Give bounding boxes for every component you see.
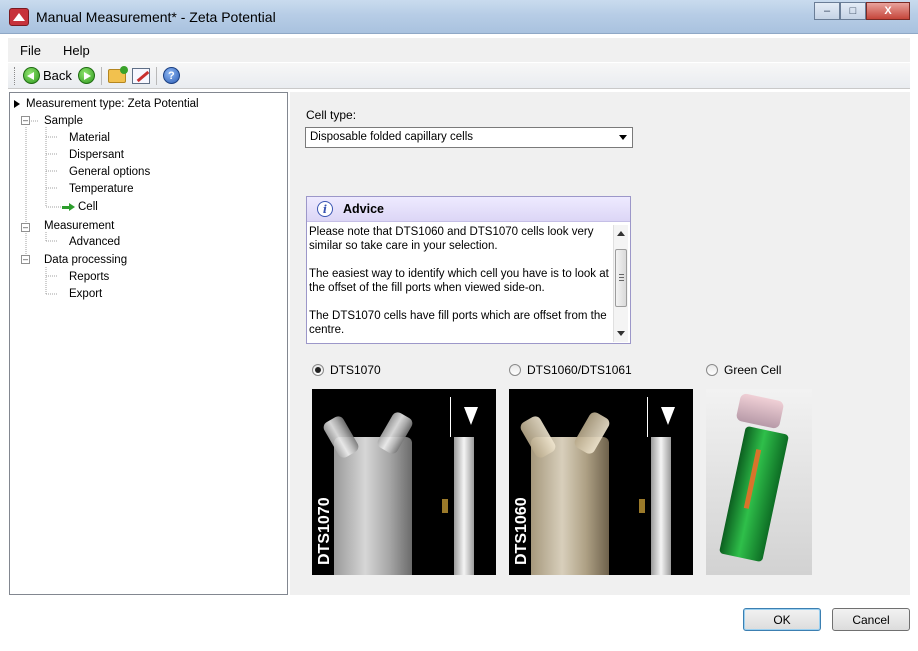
advice-paragraph: The DTS1070 cells have fill ports which … — [309, 310, 607, 336]
edit-button[interactable] — [131, 67, 150, 84]
dts1060-photo-label: DTS1060 — [513, 497, 530, 565]
back-label: Back — [43, 68, 72, 83]
tree-item-dispersant[interactable]: Dispersant — [69, 147, 124, 163]
menu-help[interactable]: Help — [59, 41, 94, 60]
edit-icon — [131, 67, 150, 84]
green-cell-body-shape — [718, 425, 790, 563]
ok-button[interactable]: OK — [743, 608, 821, 631]
tree-item-export[interactable]: Export — [69, 286, 102, 302]
scroll-grip-icon — [619, 274, 624, 281]
option-dts1070[interactable]: DTS1070 — [312, 363, 381, 377]
app-icon — [9, 8, 29, 26]
scroll-up-icon[interactable] — [617, 231, 625, 236]
advice-box: i Advice Please note that DTS1060 and DT… — [306, 196, 631, 344]
collapse-icon[interactable]: – — [21, 255, 30, 264]
option-dts1060[interactable]: DTS1060/DTS1061 — [509, 363, 632, 377]
advice-header: i Advice — [307, 197, 630, 222]
tree-item-reports[interactable]: Reports — [69, 269, 109, 285]
green-cell-cap-shape — [735, 392, 785, 430]
green-arrow-icon — [62, 202, 76, 211]
offset-marker-icon — [450, 397, 488, 437]
chevron-down-icon — [619, 135, 627, 140]
help-icon: ? — [162, 67, 180, 84]
radio-dts1060[interactable] — [509, 364, 521, 376]
advice-text: Please note that DTS1060 and DTS1070 cel… — [309, 225, 613, 351]
window-title: Manual Measurement* - Zeta Potential — [36, 9, 276, 25]
cell-body-shape — [531, 437, 609, 575]
tree-item-sample[interactable]: Sample — [44, 113, 83, 129]
radio-dts1070[interactable] — [312, 364, 324, 376]
scroll-thumb[interactable] — [615, 249, 627, 307]
tree-item-root[interactable]: Measurement type: Zeta Potential — [26, 96, 199, 112]
tree-item-general-options[interactable]: General options — [69, 164, 150, 180]
advice-paragraph: The easiest way to identify which cell y… — [309, 268, 609, 294]
window-controls: – □ X — [814, 2, 910, 20]
tree-item-cell-label: Cell — [78, 201, 98, 213]
cell-settings-panel: Cell type: Disposable folded capillary c… — [290, 92, 910, 595]
cell-type-dropdown[interactable]: Disposable folded capillary cells — [305, 127, 633, 148]
menu-bar: File Help — [8, 38, 910, 62]
option-dts1070-label: DTS1070 — [330, 363, 381, 377]
toolbar-grip[interactable] — [14, 66, 17, 85]
minimize-button[interactable]: – — [814, 2, 840, 20]
toolbar: Back ? — [8, 63, 910, 89]
title-bar: Manual Measurement* - Zeta Potential – □… — [0, 0, 918, 34]
back-button[interactable]: Back — [23, 67, 72, 84]
dts1070-photo-label: DTS1070 — [316, 497, 333, 565]
navigation-tree: Measurement type: Zeta Potential – Sampl… — [9, 92, 288, 595]
advice-scrollbar[interactable] — [613, 225, 628, 342]
toolbar-separator — [155, 66, 157, 85]
cancel-button[interactable]: Cancel — [832, 608, 910, 631]
open-folder-icon — [107, 65, 128, 83]
electrode-shape — [639, 499, 645, 513]
tree-item-material[interactable]: Material — [69, 130, 110, 146]
option-dts1060-label: DTS1060/DTS1061 — [527, 363, 632, 377]
advice-paragraph: Please note that DTS1060 and DTS1070 cel… — [309, 226, 594, 252]
maximize-button[interactable]: □ — [840, 2, 866, 20]
collapse-icon[interactable]: – — [21, 223, 30, 232]
radio-green-cell[interactable] — [706, 364, 718, 376]
dts1060-cell-image[interactable]: DTS1060 — [509, 389, 693, 575]
electrode-shape — [442, 499, 448, 513]
close-button[interactable]: X — [866, 2, 910, 20]
tree-item-cell[interactable]: Cell — [62, 199, 98, 215]
tree-item-advanced[interactable]: Advanced — [69, 234, 120, 250]
dts1070-cell-image[interactable]: DTS1070 — [312, 389, 496, 575]
collapse-icon[interactable]: – — [21, 116, 30, 125]
green-cell-image[interactable] — [706, 389, 812, 575]
side-view-shape — [651, 437, 671, 575]
option-green-cell-label: Green Cell — [724, 363, 782, 377]
tree-item-temperature[interactable]: Temperature — [69, 181, 134, 197]
tree-item-measurement[interactable]: Measurement — [44, 218, 114, 234]
forward-arrow-icon — [77, 67, 95, 84]
tree-item-data-processing[interactable]: Data processing — [44, 252, 127, 268]
info-icon: i — [317, 201, 333, 217]
scroll-down-icon[interactable] — [617, 331, 625, 336]
forward-button[interactable] — [77, 67, 95, 84]
side-view-shape — [454, 437, 474, 575]
back-arrow-icon — [23, 67, 40, 84]
toolbar-separator — [100, 66, 102, 85]
cell-type-label: Cell type: — [306, 108, 357, 122]
tree-root-arrow-icon — [14, 100, 20, 108]
cell-body-shape — [334, 437, 412, 575]
cell-type-value: Disposable folded capillary cells — [310, 131, 473, 143]
advice-title: Advice — [343, 202, 384, 216]
offset-marker-icon — [647, 397, 685, 437]
open-button[interactable] — [107, 65, 128, 83]
help-button[interactable]: ? — [162, 67, 180, 84]
menu-file[interactable]: File — [16, 41, 45, 60]
option-green-cell[interactable]: Green Cell — [706, 363, 781, 377]
